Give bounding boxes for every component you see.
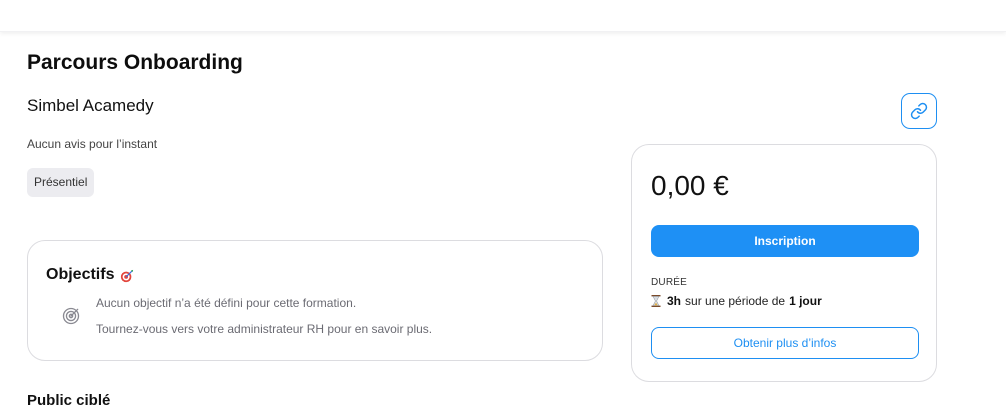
pricing-card: 0,00 € Inscription DURÉE 3h sur une péri… [631, 144, 937, 382]
duration-value: 3h [667, 294, 682, 308]
objectives-heading: Objectifs [46, 266, 134, 284]
course-provider[interactable]: Simbel Acamedy [27, 96, 154, 116]
duration-label: DURÉE [651, 277, 688, 288]
objectives-help-text: Tournez-vous vers votre administrateur R… [96, 322, 433, 336]
format-tag: Présentiel [27, 168, 95, 197]
public-heading: Public ciblé [27, 392, 111, 409]
objectives-title: Objectifs [46, 266, 115, 283]
target-icon [62, 307, 80, 325]
reviews-text: Aucun avis pour l’instant [27, 137, 158, 151]
course-title: Parcours Onboarding [27, 51, 243, 74]
duration-row: 3h sur une période de 1 jour [651, 294, 822, 308]
signup-button[interactable]: Inscription [651, 225, 919, 257]
target-dart-icon [121, 269, 134, 283]
more-info-button[interactable]: Obtenir plus d’infos [651, 327, 919, 359]
copy-link-button[interactable] [901, 93, 937, 129]
hourglass-icon [651, 295, 661, 307]
link-icon [910, 102, 928, 120]
price: 0,00 € [651, 170, 729, 201]
objectives-card: Objectifs Aucun objectif n’a été défini … [27, 240, 603, 361]
top-bar [0, 0, 1006, 32]
duration-period: 1 jour [789, 294, 822, 308]
objectives-empty-text: Aucun objectif n’a été défini pour cette… [96, 296, 357, 310]
duration-text: sur une période de [685, 294, 786, 308]
